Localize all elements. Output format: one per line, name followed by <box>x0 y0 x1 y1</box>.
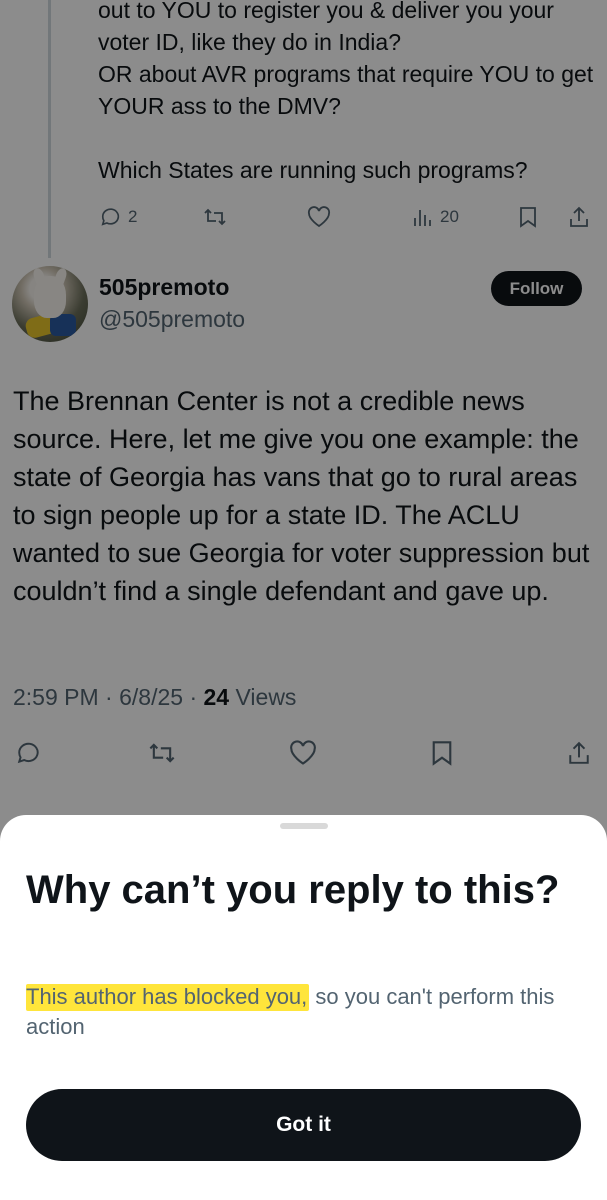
sheet-description: This author has blocked you, so you can'… <box>26 982 566 1042</box>
bottom-sheet: Why can’t you reply to this? This author… <box>0 815 607 1200</box>
sheet-grabber[interactable] <box>280 823 328 829</box>
sheet-title: Why can’t you reply to this? <box>26 868 560 912</box>
got-it-button[interactable]: Got it <box>26 1089 581 1161</box>
highlighted-text: This author has blocked you, <box>26 984 310 1011</box>
